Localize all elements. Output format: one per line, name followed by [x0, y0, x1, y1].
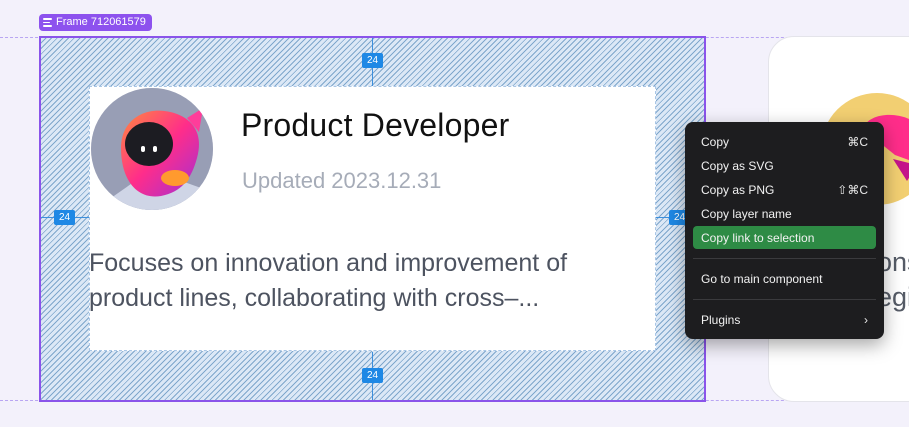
card-description: Focuses on innovation and improvement of…: [89, 249, 568, 312]
menu-item-copy-as-png[interactable]: Copy as PNG ⇧⌘C: [693, 178, 876, 201]
context-menu: Copy ⌘C Copy as SVG Copy as PNG ⇧⌘C Copy…: [685, 122, 884, 339]
updated-date: Updated 2023.12.31: [242, 168, 442, 193]
card-title: Product Developer: [241, 107, 510, 143]
menu-item-label: Go to main component: [701, 271, 823, 286]
menu-item-plugins[interactable]: Plugins ›: [693, 308, 876, 331]
spacing-badge-left: 24: [54, 210, 75, 225]
menu-item-label: Copy as PNG: [701, 182, 775, 197]
menu-item-label: Copy layer name: [701, 206, 792, 221]
menu-item-label: Plugins: [701, 312, 741, 327]
menu-divider: [693, 299, 876, 300]
chevron-right-icon: ›: [864, 312, 868, 327]
menu-item-label: Copy as SVG: [701, 158, 774, 173]
menu-item-label: Copy: [701, 134, 730, 149]
menu-item-copy-as-svg[interactable]: Copy as SVG: [693, 154, 876, 177]
menu-divider: [693, 258, 876, 259]
menu-item-copy[interactable]: Copy ⌘C: [693, 130, 876, 153]
menu-item-copy-layer-name[interactable]: Copy layer name: [693, 202, 876, 225]
frame-label-tag[interactable]: Frame 712061579: [39, 14, 152, 31]
spacing-badge-top: 24: [362, 53, 383, 68]
menu-item-copy-link-to-selection[interactable]: Copy link to selection: [693, 226, 876, 249]
menu-item-shortcut: ⌘C: [847, 134, 868, 149]
frame-label-text: Frame 712061579: [56, 16, 146, 28]
menu-item-label: Copy link to selection: [701, 230, 815, 245]
spacing-badge-bottom: 24: [362, 368, 383, 383]
frame-icon: [43, 18, 52, 27]
menu-item-shortcut: ⇧⌘C: [837, 182, 868, 197]
menu-item-go-to-main-component[interactable]: Go to main component: [693, 267, 876, 290]
avatar: [91, 88, 213, 210]
